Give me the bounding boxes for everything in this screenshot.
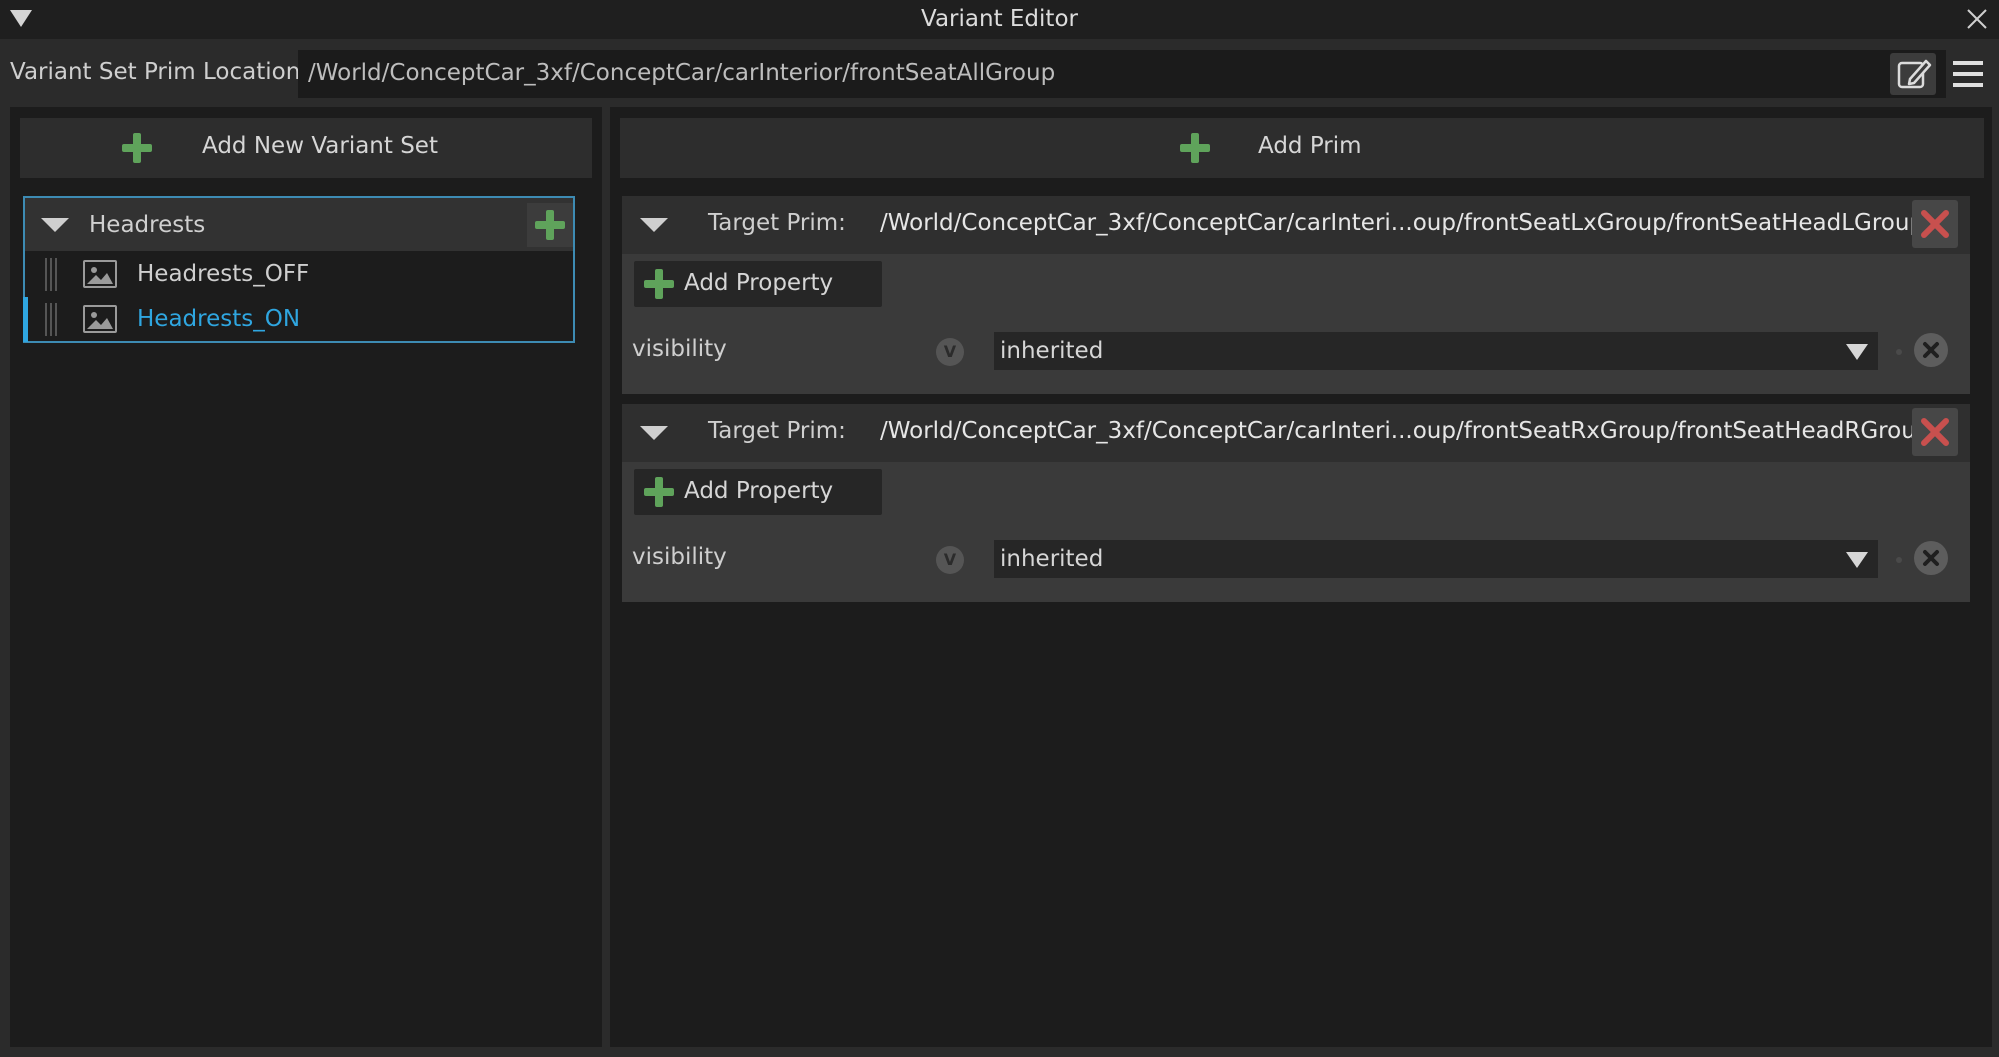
status-dot bbox=[1896, 349, 1902, 355]
add-prim-button[interactable]: Add Prim bbox=[620, 118, 1984, 178]
variant-item[interactable]: Headrests_ON bbox=[23, 297, 573, 342]
title-bar: Variant Editor bbox=[0, 0, 1999, 39]
plus-icon bbox=[1180, 133, 1210, 163]
target-prim-header: Target Prim: /World/ConceptCar_3xf/Conce… bbox=[622, 196, 1970, 254]
image-icon bbox=[83, 260, 117, 288]
selection-indicator bbox=[23, 297, 28, 342]
add-property-label: Add Property bbox=[684, 270, 834, 296]
add-property-button[interactable]: Add Property bbox=[634, 469, 882, 515]
remove-property-button[interactable] bbox=[1914, 333, 1948, 367]
add-property-label: Add Property bbox=[684, 478, 834, 504]
variant-set-headrests: Headrests Headrests_OFF Headrests_ON bbox=[23, 196, 575, 343]
target-prim-label: Target Prim: bbox=[708, 418, 846, 444]
delete-prim-button[interactable] bbox=[1912, 200, 1958, 248]
clear-icon bbox=[1923, 550, 1939, 566]
delete-icon bbox=[1921, 418, 1949, 446]
target-prim-card: Target Prim: /World/ConceptCar_3xf/Conce… bbox=[622, 404, 1970, 602]
variant-name: Headrests_OFF bbox=[137, 261, 310, 287]
delete-prim-button[interactable] bbox=[1912, 408, 1958, 456]
plus-icon bbox=[535, 210, 565, 240]
visibility-dropdown[interactable]: inherited bbox=[994, 332, 1878, 370]
add-property-button[interactable]: Add Property bbox=[634, 261, 882, 307]
status-dot bbox=[1896, 557, 1902, 563]
collapse-arrow-icon[interactable] bbox=[41, 218, 69, 232]
visibility-dropdown[interactable]: inherited bbox=[994, 540, 1878, 578]
edit-location-button[interactable] bbox=[1890, 53, 1936, 95]
plus-icon bbox=[122, 133, 152, 163]
target-prim-card: Target Prim: /World/ConceptCar_3xf/Conce… bbox=[622, 196, 1970, 394]
target-prim-label: Target Prim: bbox=[708, 210, 846, 236]
drag-handle-icon[interactable] bbox=[45, 258, 57, 291]
edit-icon bbox=[1897, 59, 1932, 89]
collapse-arrow-icon[interactable] bbox=[640, 426, 668, 440]
add-variant-set-button[interactable]: Add New Variant Set bbox=[20, 118, 592, 178]
dropdown-arrow-icon bbox=[1846, 344, 1868, 360]
property-name: visibility bbox=[632, 336, 727, 362]
drag-handle-icon[interactable] bbox=[45, 303, 57, 336]
variant-set-header[interactable]: Headrests bbox=[25, 198, 573, 251]
target-prim-path: /World/ConceptCar_3xf/ConceptCar/carInte… bbox=[880, 418, 1931, 444]
add-prim-label: Add Prim bbox=[1258, 133, 1362, 159]
remove-property-button[interactable] bbox=[1914, 541, 1948, 575]
variant-badge-icon: V bbox=[936, 546, 964, 574]
plus-icon bbox=[644, 269, 674, 299]
variant-item[interactable]: Headrests_OFF bbox=[25, 252, 573, 297]
add-variant-set-label: Add New Variant Set bbox=[202, 133, 438, 159]
add-variant-button[interactable] bbox=[527, 203, 573, 247]
plus-icon bbox=[644, 477, 674, 507]
dropdown-arrow-icon bbox=[1846, 552, 1868, 568]
dropdown-value: inherited bbox=[1000, 338, 1104, 364]
variant-name: Headrests_ON bbox=[137, 306, 301, 332]
collapse-arrow-icon[interactable] bbox=[640, 218, 668, 232]
clear-icon bbox=[1923, 342, 1939, 358]
target-prim-path: /World/ConceptCar_3xf/ConceptCar/carInte… bbox=[880, 210, 1925, 236]
close-icon[interactable] bbox=[1965, 7, 1989, 31]
variant-sets-panel: Add New Variant Set Headrests Headrests_… bbox=[10, 107, 602, 1047]
location-bar: Variant Set Prim Location /World/Concept… bbox=[0, 39, 1999, 106]
variant-badge-icon: V bbox=[936, 338, 964, 366]
image-icon bbox=[83, 305, 117, 333]
location-path-field[interactable]: /World/ConceptCar_3xf/ConceptCar/carInte… bbox=[298, 50, 1946, 98]
dropdown-value: inherited bbox=[1000, 546, 1104, 572]
variant-set-name: Headrests bbox=[89, 212, 206, 238]
menu-button[interactable] bbox=[1945, 53, 1991, 95]
delete-icon bbox=[1921, 210, 1949, 238]
hamburger-icon bbox=[1953, 61, 1983, 87]
window-title: Variant Editor bbox=[921, 6, 1078, 32]
target-prim-header: Target Prim: /World/ConceptCar_3xf/Conce… bbox=[622, 404, 1970, 462]
prims-panel: Add Prim Target Prim: /World/ConceptCar_… bbox=[610, 107, 1992, 1047]
location-label: Variant Set Prim Location bbox=[10, 59, 301, 85]
property-name: visibility bbox=[632, 544, 727, 570]
